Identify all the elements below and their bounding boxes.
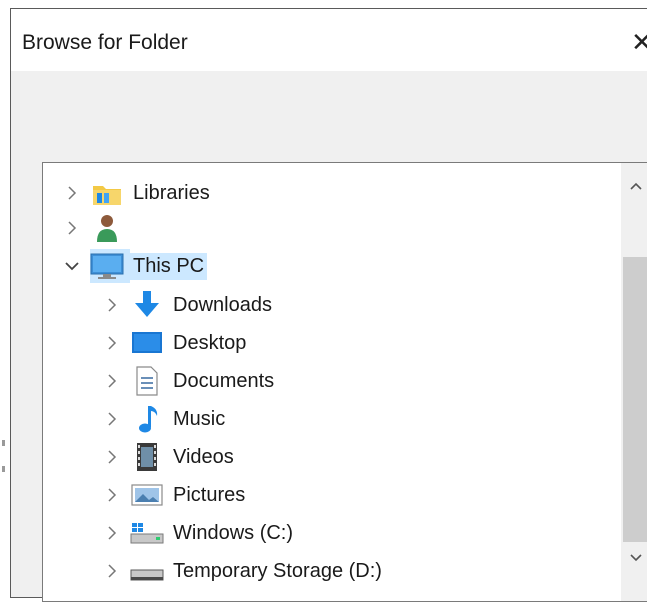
chevron-right-icon[interactable] <box>102 366 122 396</box>
downloads-icon <box>130 288 164 322</box>
tree-item-pictures[interactable]: Pictures <box>102 478 248 512</box>
tree-item-this-pc[interactable]: This PC <box>62 249 208 283</box>
chevron-right-icon[interactable] <box>102 328 122 358</box>
pictures-icon <box>130 478 164 512</box>
tree-item-label: Music <box>173 407 226 430</box>
user-icon <box>90 211 124 245</box>
title-bar: Browse for Folder ✕ <box>11 9 647 71</box>
libraries-folder-icon <box>90 176 124 210</box>
tree-item-label: Windows (C:) <box>173 521 294 544</box>
tree-item-label: Videos <box>173 445 234 468</box>
tree-item-videos[interactable]: Videos <box>102 440 237 474</box>
videos-icon <box>130 440 164 474</box>
this-pc-icon <box>90 249 130 283</box>
chevron-right-icon[interactable] <box>62 178 82 208</box>
tree-item-temporary-storage-d[interactable]: Temporary Storage (D:) <box>102 554 385 588</box>
chevron-right-icon[interactable] <box>102 518 122 548</box>
browse-for-folder-dialog: Browse for Folder ✕ Libraries This PC Do… <box>10 8 647 602</box>
tree-item-label: Downloads <box>173 293 272 316</box>
vertical-scrollbar[interactable] <box>621 163 647 601</box>
scrollbar-thumb[interactable] <box>623 257 647 542</box>
tree-item-label: Desktop <box>173 331 247 354</box>
dialog-title: Browse for Folder <box>22 31 188 54</box>
chevron-right-icon[interactable] <box>102 404 122 434</box>
tree-item-desktop[interactable]: Desktop <box>102 326 249 360</box>
chevron-right-icon[interactable] <box>102 290 122 320</box>
scroll-up-arrow-icon[interactable] <box>621 171 647 201</box>
folder-tree[interactable]: Libraries This PC Downloads Desktop Docu… <box>42 162 647 602</box>
scroll-down-arrow-icon[interactable] <box>621 543 647 573</box>
drive-icon <box>130 554 164 588</box>
chevron-right-icon[interactable] <box>62 213 82 243</box>
music-icon <box>130 402 164 436</box>
background-mark <box>2 440 5 446</box>
tree-item-user[interactable] <box>62 211 136 245</box>
tree-item-downloads[interactable]: Downloads <box>102 288 275 322</box>
tree-item-windows-c[interactable]: Windows (C:) <box>102 516 296 550</box>
tree-item-music[interactable]: Music <box>102 402 228 436</box>
chevron-right-icon[interactable] <box>102 556 122 586</box>
background-mark <box>2 466 5 472</box>
tree-item-label: Documents <box>173 369 275 392</box>
tree-item-libraries[interactable]: Libraries <box>62 176 213 210</box>
chevron-down-icon[interactable] <box>62 251 82 281</box>
windows-drive-icon <box>130 516 164 550</box>
chevron-right-icon[interactable] <box>102 480 122 510</box>
tree-item-label <box>130 226 136 230</box>
chevron-right-icon[interactable] <box>102 442 122 472</box>
tree-item-documents[interactable]: Documents <box>102 364 277 398</box>
documents-icon <box>130 364 164 398</box>
tree-item-label: Libraries <box>133 181 210 204</box>
tree-item-label: Temporary Storage (D:) <box>173 559 382 582</box>
tree-item-label: This PC <box>130 252 208 280</box>
close-button[interactable]: ✕ <box>631 25 647 59</box>
desktop-icon <box>130 326 164 360</box>
tree-item-label: Pictures <box>173 483 246 506</box>
background-window-edge <box>0 0 10 585</box>
